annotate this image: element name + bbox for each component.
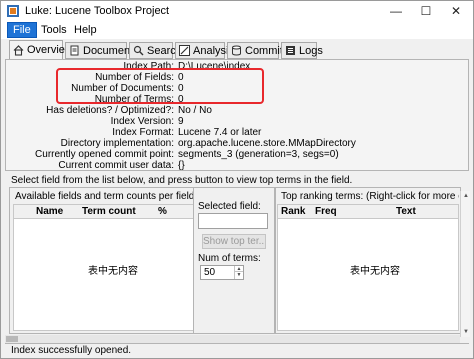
row-value: org.apache.lucene.store.MMapDirectory <box>178 138 356 149</box>
column-text[interactable]: Text <box>396 206 416 217</box>
scroll-up-icon[interactable]: ▲ <box>461 191 471 201</box>
row-value: No / No <box>178 105 212 116</box>
tab-bar: Overview Documents Search Analysis Commi… <box>1 40 473 60</box>
document-icon <box>70 45 79 56</box>
menu-help[interactable]: Help <box>69 22 102 38</box>
overview-row-index-format: Index Format: Lucene 7.4 or later <box>6 127 468 138</box>
top-terms-panel-title: Top ranking terms: (Right-click for more… <box>281 191 459 202</box>
scroll-down-icon[interactable]: ▼ <box>461 327 471 337</box>
instructions-text: Select field from the list below, and pr… <box>11 175 353 186</box>
tab-documents[interactable]: Documents <box>65 42 139 59</box>
window-title: Luke: Lucene Toolbox Project <box>25 5 170 17</box>
tab-logs[interactable]: Logs <box>281 42 323 59</box>
vertical-scrollbar[interactable]: ▲ ▼ <box>460 191 470 337</box>
status-bar: Index successfully opened. <box>5 343 469 357</box>
close-button[interactable]: ✕ <box>441 1 471 21</box>
spinner-down-icon[interactable]: ▼ <box>235 272 243 278</box>
top-terms-table[interactable]: Rank Freq Text 表中无内容 <box>277 204 459 331</box>
row-label: Has deletions? / Optimized?: <box>46 105 174 116</box>
fields-panel: Available fields and term counts per fie… <box>9 187 219 334</box>
row-value: Lucene 7.4 or later <box>178 127 262 138</box>
column-term-count[interactable]: Term count <box>82 206 136 217</box>
row-label: Index Version: <box>110 116 174 127</box>
top-terms-empty-message: 表中无内容 <box>350 266 400 277</box>
tab-search[interactable]: Search <box>129 42 182 59</box>
tab-overview[interactable]: Overview <box>9 40 73 60</box>
tab-analysis[interactable]: Analysis <box>175 42 234 59</box>
horizontal-scrollbar[interactable] <box>5 335 460 343</box>
highlight-annotation <box>56 68 264 104</box>
overview-row-deletions: Has deletions? / Optimized?: No / No <box>6 105 468 116</box>
selected-field-label: Selected field: <box>198 201 261 212</box>
menu-bar: File Tools Help <box>1 21 473 39</box>
overview-row-directory: Directory implementation: org.apache.luc… <box>6 138 468 149</box>
row-value: 9 <box>178 116 184 127</box>
selected-field-input[interactable] <box>198 213 268 229</box>
overview-panel: Index Path: D:\Lucene\index Number of Fi… <box>5 59 469 171</box>
top-terms-panel: Top ranking terms: (Right-click for more… <box>275 187 461 334</box>
app-window: Luke: Lucene Toolbox Project — ☐ ✕ File … <box>0 0 474 359</box>
scrollbar-thumb[interactable] <box>6 336 18 342</box>
top-terms-table-header: Rank Freq Text <box>278 205 458 219</box>
title-bar: Luke: Lucene Toolbox Project — ☐ ✕ <box>1 1 473 21</box>
show-top-terms-button[interactable]: Show top ter... <box>202 234 266 249</box>
row-label: Current commit user data: <box>58 160 174 171</box>
num-terms-label: Num of terms: <box>198 253 261 264</box>
row-value: segments_3 (generation=3, segs=0) <box>178 149 339 160</box>
num-terms-spinner[interactable]: 50 ▲ ▼ <box>200 265 244 280</box>
luke-app-icon <box>7 5 19 17</box>
column-percent[interactable]: % <box>158 206 167 217</box>
fields-empty-message: 表中无内容 <box>88 266 138 277</box>
field-selection-panel: Selected field: Show top ter... Num of t… <box>193 187 275 334</box>
tab-commits[interactable]: Commits <box>227 42 288 59</box>
column-rank[interactable]: Rank <box>281 206 305 217</box>
menu-tools[interactable]: Tools <box>36 22 72 38</box>
menu-file[interactable]: File <box>7 22 37 38</box>
column-freq[interactable]: Freq <box>315 206 337 217</box>
num-terms-value: 50 <box>204 267 216 278</box>
overview-row-user-data: Current commit user data: {} <box>6 160 468 171</box>
row-label: Index Format: <box>112 127 174 138</box>
fields-table-header: Name Term count % <box>14 205 214 219</box>
list-icon <box>286 46 295 55</box>
minimize-button[interactable]: — <box>381 1 411 21</box>
row-label: Currently opened commit point: <box>35 149 174 160</box>
overview-row-index-version: Index Version: 9 <box>6 116 468 127</box>
fields-table[interactable]: Name Term count % 表中无内容 <box>13 204 215 331</box>
database-icon <box>232 45 241 56</box>
search-icon <box>133 45 144 56</box>
overview-row-commit-point: Currently opened commit point: segments_… <box>6 149 468 160</box>
analysis-icon <box>179 45 190 56</box>
status-message: Index successfully opened. <box>11 345 132 356</box>
fields-panel-title: Available fields and term counts per fie… <box>15 191 198 202</box>
column-name[interactable]: Name <box>36 206 63 217</box>
home-icon <box>13 44 24 56</box>
row-label: Directory implementation: <box>60 138 174 149</box>
maximize-button[interactable]: ☐ <box>411 1 441 21</box>
spinner-buttons: ▲ ▼ <box>234 266 243 279</box>
row-value: {} <box>178 160 185 171</box>
tab-label: Logs <box>299 44 323 57</box>
